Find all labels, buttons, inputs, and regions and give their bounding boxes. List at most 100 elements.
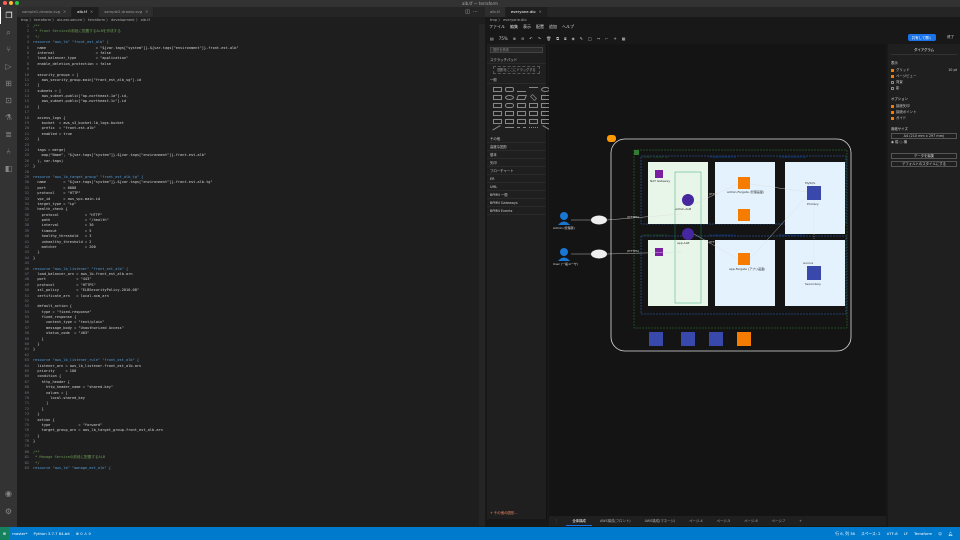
page-tab-active[interactable]: 全体構成 bbox=[566, 516, 592, 526]
menu-view[interactable]: 表示 bbox=[523, 24, 531, 30]
shape-card[interactable] bbox=[493, 119, 502, 124]
source-control-icon[interactable]: ⑂ bbox=[0, 41, 17, 58]
fargate-admin-icon-2[interactable] bbox=[738, 209, 750, 221]
feedback-icon[interactable]: ☺ bbox=[935, 527, 945, 540]
table-icon[interactable]: ▦ bbox=[622, 36, 626, 41]
page-tab[interactable]: ページ-6 bbox=[738, 516, 763, 526]
docker-icon[interactable]: ≣ bbox=[0, 126, 17, 143]
more-shapes-link[interactable]: + その他の図形... bbox=[490, 510, 518, 515]
editor-tab[interactable]: alb.tf bbox=[485, 7, 506, 17]
close-window-button[interactable] bbox=[3, 1, 7, 5]
cloudwatch-icon[interactable] bbox=[649, 332, 663, 346]
to-back-icon[interactable]: ⧈ bbox=[564, 36, 567, 41]
shape-step[interactable] bbox=[505, 111, 514, 116]
shadow-icon[interactable]: □ bbox=[588, 36, 592, 41]
search-icon[interactable]: ⌕ bbox=[0, 24, 17, 41]
menu-extras[interactable]: 追加 bbox=[549, 24, 557, 30]
share-button[interactable]: 共有して開く bbox=[907, 34, 936, 41]
pages-menu-icon[interactable]: ⋮ bbox=[549, 516, 564, 526]
shape-or[interactable] bbox=[529, 119, 538, 124]
menu-help[interactable]: ヘルプ bbox=[562, 24, 574, 30]
close-tab-icon[interactable]: ✕ bbox=[145, 9, 148, 14]
shape-square[interactable] bbox=[493, 95, 502, 100]
fargate-app-icon[interactable] bbox=[738, 253, 750, 265]
shape-trapezoid[interactable] bbox=[517, 111, 526, 116]
shape-circle[interactable] bbox=[505, 95, 514, 100]
line-color-icon[interactable]: ✎ bbox=[580, 36, 583, 41]
remote-explorer-icon[interactable]: ⊡ bbox=[0, 92, 17, 109]
delete-icon[interactable]: 🗑︎ bbox=[546, 36, 551, 41]
format-panel-icon[interactable]: ▤ bbox=[490, 36, 494, 41]
shape-cylinder[interactable] bbox=[505, 103, 514, 108]
maximize-window-button[interactable] bbox=[15, 1, 19, 5]
to-front-icon[interactable]: ⧉ bbox=[556, 36, 559, 41]
section-general[interactable]: 一般 bbox=[487, 76, 546, 84]
admin-user-icon[interactable] bbox=[560, 212, 568, 220]
shape-tape[interactable] bbox=[529, 111, 538, 116]
shape-rounded-rect[interactable] bbox=[505, 87, 514, 92]
zoom-select[interactable]: 75% bbox=[499, 36, 508, 41]
menu-edit[interactable]: 編集 bbox=[510, 24, 518, 30]
nat-gateway-icon-1c[interactable] bbox=[655, 248, 663, 256]
extensions-icon[interactable]: ⊞ bbox=[0, 75, 17, 92]
codepipeline-icon[interactable] bbox=[709, 332, 723, 346]
page-tab[interactable]: ページ-7 bbox=[766, 516, 791, 526]
grid-size-input[interactable]: 10 pt bbox=[948, 67, 957, 73]
end-user-icon[interactable] bbox=[560, 248, 568, 256]
python-interpreter-status[interactable]: Python 3.7.7 64-bit bbox=[30, 527, 72, 540]
app-alb-icon[interactable] bbox=[682, 228, 694, 240]
guides-checkbox[interactable]: ガイド bbox=[891, 115, 957, 121]
connection-icon[interactable]: ⤳ bbox=[597, 36, 600, 41]
diagram-canvas[interactable]: Public Subnet 1a Private Subnet 1a Priva… bbox=[549, 44, 886, 516]
redo-icon[interactable]: ↷ bbox=[538, 36, 541, 41]
shape-triangle[interactable] bbox=[493, 103, 502, 108]
fill-color-icon[interactable]: ◈ bbox=[572, 36, 575, 41]
eol-status[interactable]: LF bbox=[901, 527, 911, 540]
rds-secondary-icon[interactable] bbox=[807, 266, 821, 280]
menu-file[interactable]: ファイル bbox=[489, 24, 505, 30]
terraform-icon[interactable]: ◧ bbox=[0, 160, 17, 177]
page-tab[interactable]: ページ-5 bbox=[711, 516, 736, 526]
shape-line[interactable] bbox=[492, 125, 503, 134]
fargate-admin-icon[interactable] bbox=[738, 177, 750, 189]
section-bpmn-gateways[interactable]: BPMN Gateways bbox=[487, 199, 546, 207]
section-scratchpad[interactable]: スクラッチパッド bbox=[487, 56, 546, 64]
shape-cube[interactable] bbox=[493, 111, 502, 116]
language-mode[interactable]: Terraform bbox=[911, 527, 935, 540]
page-tab[interactable]: AWS構成(マネージ) bbox=[639, 516, 682, 526]
shape-parallelogram[interactable] bbox=[516, 95, 527, 100]
more-actions-icon[interactable]: ⋯ bbox=[473, 9, 481, 15]
remote-indicator[interactable]: ⊞ bbox=[0, 527, 10, 540]
page-tab[interactable]: AWS構成(フロント) bbox=[594, 516, 637, 526]
shape-cloud[interactable] bbox=[517, 103, 526, 108]
explorer-icon[interactable]: ❐ bbox=[0, 7, 17, 24]
shape-diamond[interactable] bbox=[530, 94, 537, 101]
section-misc[interactable]: その他 bbox=[487, 135, 546, 143]
testing-icon[interactable]: ⚗ bbox=[0, 109, 17, 126]
indentation-status[interactable]: スペース: 2 bbox=[858, 527, 884, 540]
general-shapes-grid[interactable] bbox=[487, 84, 551, 135]
private-subnet-1c-app[interactable] bbox=[715, 240, 775, 306]
editor-tab[interactable]: sample2.drawio.svg ✕ bbox=[99, 7, 155, 17]
shape-callout[interactable] bbox=[505, 119, 514, 124]
zoom-out-icon[interactable]: ⊖ bbox=[521, 36, 524, 41]
rds-primary-icon[interactable] bbox=[807, 186, 821, 200]
shape-arrow[interactable] bbox=[505, 127, 514, 132]
editor-tab-active[interactable]: alb.tf ✕ bbox=[72, 7, 100, 17]
minimize-window-button[interactable] bbox=[9, 1, 13, 5]
cursor-position[interactable]: 行 8, 列 38 bbox=[832, 527, 858, 540]
shape-document[interactable] bbox=[529, 103, 538, 108]
settings-gear-icon[interactable]: ⚙ bbox=[0, 503, 17, 520]
git-graph-icon[interactable]: ⑃ bbox=[0, 143, 17, 160]
git-branch-status[interactable]: master* bbox=[9, 527, 30, 540]
add-page-icon[interactable]: + bbox=[793, 516, 808, 526]
encoding-status[interactable]: UTF-8 bbox=[884, 527, 901, 540]
exit-button[interactable]: 終了 bbox=[947, 34, 954, 39]
shape-dashed-line[interactable] bbox=[517, 127, 526, 132]
default-style-button[interactable]: デフォルトのスタイルにする bbox=[891, 161, 957, 167]
section-advanced[interactable]: 高度な図形 bbox=[487, 143, 546, 151]
editor-tab[interactable]: sample1.drawio.svg ✕ bbox=[17, 7, 73, 17]
format-panel-tab[interactable]: ダイアグラム bbox=[891, 47, 957, 55]
s3-bucket-icon[interactable] bbox=[737, 332, 751, 346]
cloudformation-icon[interactable] bbox=[681, 332, 695, 346]
